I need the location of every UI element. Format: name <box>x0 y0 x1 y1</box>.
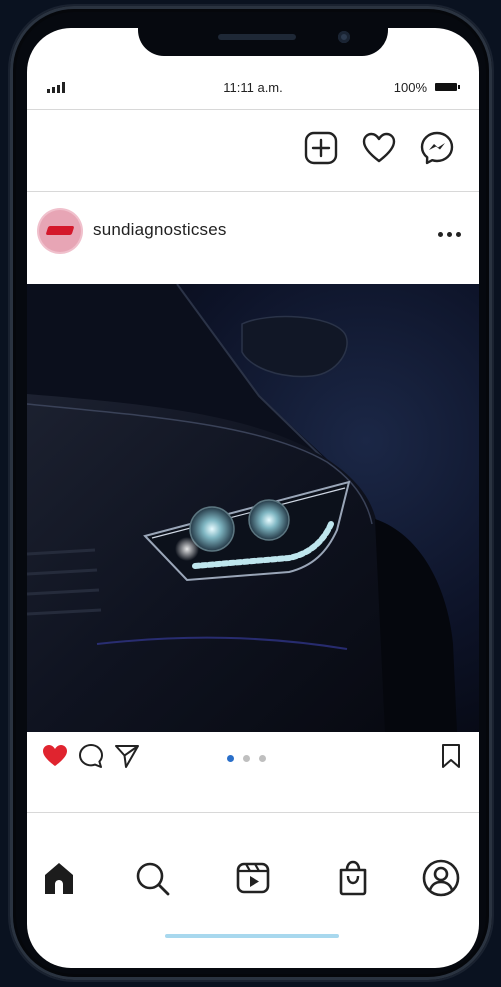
post-header: sundiagnosticses <box>27 192 479 284</box>
battery-percentage: 100% <box>393 80 427 95</box>
speaker-grille <box>218 34 296 40</box>
add-icon[interactable] <box>303 130 339 166</box>
more-options-icon[interactable] <box>438 232 461 237</box>
brand-logo-icon <box>45 226 75 235</box>
status-bar: 11:11 a.m. 100% <box>27 72 479 104</box>
carousel-dot <box>227 755 234 762</box>
heart-icon[interactable] <box>361 130 397 166</box>
car-headlight-image <box>27 284 479 732</box>
reels-icon[interactable] <box>233 858 273 898</box>
search-icon[interactable] <box>133 858 173 898</box>
shop-icon[interactable] <box>333 858 373 898</box>
profile-icon[interactable] <box>421 858 461 898</box>
share-icon[interactable] <box>113 742 141 770</box>
post-image[interactable] <box>27 284 479 732</box>
avatar[interactable] <box>39 210 81 252</box>
phone-notch <box>138 16 388 56</box>
top-bar <box>27 110 479 190</box>
carousel-dot <box>259 755 266 762</box>
post-username[interactable]: sundiagnosticses <box>93 220 227 240</box>
carousel-dot <box>243 755 250 762</box>
messenger-icon[interactable] <box>419 130 455 166</box>
home-icon[interactable] <box>39 858 79 898</box>
battery-icon <box>435 83 460 91</box>
phone-screen: 11:11 a.m. 100% sundiagnosticses <box>27 28 479 968</box>
front-camera <box>338 31 350 43</box>
post-actions <box>27 736 479 780</box>
bottom-navigation <box>27 858 479 918</box>
comment-icon[interactable] <box>77 742 105 770</box>
home-indicator[interactable] <box>165 934 339 938</box>
carousel-indicator <box>227 755 266 762</box>
heart-filled-icon[interactable] <box>41 742 69 770</box>
divider <box>27 812 479 813</box>
bookmark-icon[interactable] <box>439 742 463 770</box>
